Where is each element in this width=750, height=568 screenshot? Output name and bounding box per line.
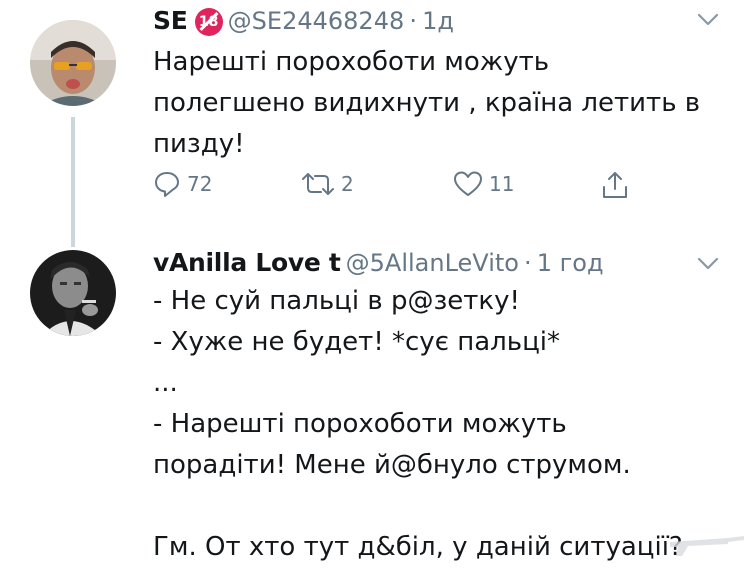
- avatar-se[interactable]: [30, 20, 116, 106]
- chevron-down-icon[interactable]: [697, 256, 719, 272]
- tweet-1[interactable]: SE 18 @SE24468248 · 1д Нарешті порохобот…: [0, 0, 750, 247]
- tweet-text-line: - Не суй пальці в р@зетку!: [153, 286, 520, 316]
- tweet-time[interactable]: 1д: [422, 7, 454, 35]
- separator-dot: ·: [524, 249, 532, 277]
- chevron-down-icon[interactable]: [697, 12, 719, 28]
- tweet-text-line: порадіти! Мене й@бнуло струмом.: [153, 450, 631, 480]
- retweet-count: 2: [341, 172, 354, 196]
- thread-connector-line: [71, 117, 75, 247]
- watermark-logo-icon: [670, 536, 744, 556]
- retweet-icon: [302, 173, 334, 195]
- share-icon: [603, 172, 627, 198]
- no-18-badge-icon: 18: [194, 8, 223, 36]
- avatar-vanilla[interactable]: [30, 250, 116, 336]
- tweet-text-line: Нарешті порохоботи можуть: [153, 47, 550, 77]
- reply-icon: [155, 172, 179, 197]
- tweet-1-header: SE 18 @SE24468248 · 1д: [153, 6, 454, 36]
- tweet-2-header: vAnilla Love t @5AllanLeVito · 1 год: [153, 248, 604, 277]
- separator-dot: ·: [409, 7, 417, 35]
- like-button[interactable]: 11: [453, 170, 514, 198]
- tweet-time[interactable]: 1 год: [537, 249, 604, 277]
- user-name[interactable]: SE: [153, 6, 188, 35]
- tweet-1-actions: 72 2 11: [153, 170, 653, 210]
- user-handle[interactable]: @5AllanLeVito: [346, 249, 519, 277]
- tweet-2-text: - Не суй пальці в р@зетку! - Хуже не буд…: [153, 281, 713, 568]
- tweet-text-line: - Хуже не будет! *сує пальці*: [153, 327, 561, 357]
- retweet-button[interactable]: 2: [301, 170, 354, 198]
- like-count: 11: [489, 172, 515, 196]
- reply-count: 72: [187, 172, 213, 196]
- tweet-text-line: пизду!: [153, 129, 245, 159]
- user-handle[interactable]: @SE24468248: [228, 7, 405, 35]
- reply-button[interactable]: 72: [153, 170, 212, 198]
- tweet-2[interactable]: vAnilla Love t @5AllanLeVito · 1 год - Н…: [0, 240, 750, 568]
- tweet-text-line: Гм. От хто тут д&біл, у даній ситуації?: [153, 532, 683, 562]
- user-name[interactable]: vAnilla Love t: [153, 248, 341, 277]
- tweet-text-line: ...: [153, 368, 178, 398]
- tweet-text-line: [153, 486, 713, 527]
- tweet-text-line: полегшено видихнути , країна летить в: [153, 88, 701, 118]
- avatar-se-image: [30, 20, 116, 106]
- tweet-text-line: - Нарешті порохоботи можуть: [153, 409, 567, 439]
- share-button[interactable]: [601, 170, 629, 200]
- tweet-1-text: Нарешті порохоботи можуть полегшено види…: [153, 42, 713, 165]
- avatar-vanilla-image: [30, 250, 116, 336]
- like-icon: [454, 171, 482, 196]
